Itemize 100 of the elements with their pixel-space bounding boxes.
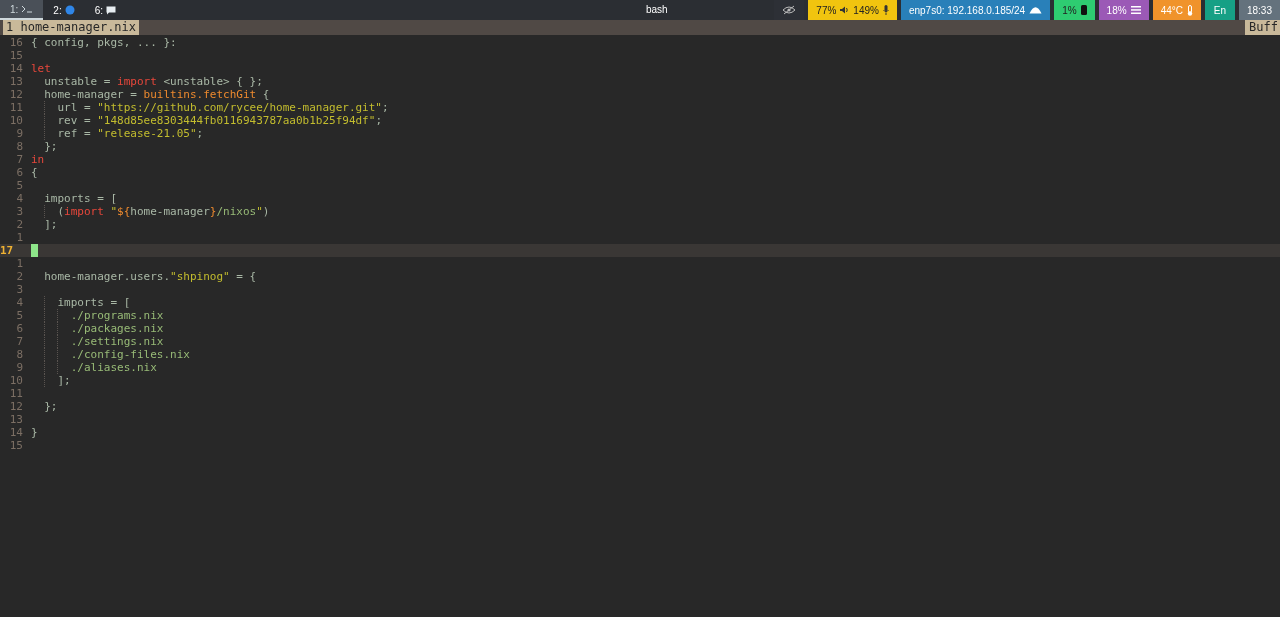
line-number: 6 bbox=[15, 166, 24, 179]
terminal-icon bbox=[21, 5, 34, 13]
line-number: 3 bbox=[15, 205, 24, 218]
line-number: 10 bbox=[8, 374, 24, 387]
code-token: ./aliases.nix bbox=[70, 361, 157, 374]
line-number: 8 bbox=[15, 348, 24, 361]
buffers-label: Buff bbox=[1245, 20, 1280, 35]
code-token: }; bbox=[44, 140, 58, 153]
hidden-eye-icon bbox=[782, 5, 797, 15]
code-token: " bbox=[109, 205, 118, 218]
line-number: 2 bbox=[15, 270, 24, 283]
workspace-button[interactable]: 6: bbox=[84, 0, 127, 20]
code-token: } bbox=[209, 205, 217, 218]
code-token: import bbox=[117, 75, 157, 88]
code-token: /nixos bbox=[216, 205, 257, 218]
line-number: 8 bbox=[15, 140, 24, 153]
line-number: 7 bbox=[15, 335, 24, 348]
status-text: 77% bbox=[816, 3, 837, 18]
code-token: ./packages.nix bbox=[70, 322, 164, 335]
code-token: ./programs.nix bbox=[70, 309, 164, 322]
code-token: ; bbox=[196, 127, 204, 140]
status-text: 1% bbox=[1062, 3, 1077, 18]
line-number: 9 bbox=[15, 127, 24, 140]
chip-icon bbox=[1080, 5, 1087, 15]
code-token: } bbox=[31, 426, 38, 439]
code-token: ${ bbox=[117, 205, 131, 218]
thermometer-icon bbox=[1186, 4, 1193, 16]
code-token: in bbox=[31, 153, 45, 166]
line-number: 12 bbox=[8, 400, 24, 413]
status-text: 44°C bbox=[1160, 3, 1183, 18]
code-token: }; bbox=[44, 400, 58, 413]
chat-icon bbox=[106, 5, 117, 15]
line-number: 4 bbox=[15, 192, 24, 205]
line-number: 15 bbox=[8, 49, 24, 62]
code-token: ./settings.nix bbox=[70, 335, 164, 348]
code-token: ./config-files.nix bbox=[70, 348, 190, 361]
code-token: imports = [ bbox=[57, 296, 131, 309]
code-token: ]; bbox=[44, 218, 58, 231]
line-number: 9 bbox=[15, 361, 24, 374]
code-token: "shpinog" bbox=[170, 270, 230, 283]
line-number: 3 bbox=[15, 283, 24, 296]
workspace-button[interactable]: 2: bbox=[43, 0, 85, 20]
line-number: 10 bbox=[8, 114, 24, 127]
code-token: rev = bbox=[57, 114, 92, 127]
code-token: home-manager.users. bbox=[44, 270, 171, 283]
line-number: 6 bbox=[15, 322, 24, 335]
code-token: "https://github.com/rycee/home-manager.git" bbox=[97, 101, 382, 114]
code-token: "148d85ee8303444fb0116943787aa0b1b25f94df" bbox=[97, 114, 376, 127]
code-token: ) bbox=[262, 205, 270, 218]
globe-icon bbox=[64, 5, 75, 15]
code-token: ref = bbox=[57, 127, 92, 140]
menu-icon bbox=[1130, 6, 1141, 14]
window-title: bash bbox=[646, 4, 668, 16]
line-number: 5 bbox=[15, 309, 24, 322]
line-number: 12 bbox=[8, 88, 24, 101]
microphone-icon bbox=[882, 5, 889, 15]
line-number: 14 bbox=[8, 62, 24, 75]
code-token: ( bbox=[57, 205, 65, 218]
line-number: 2 bbox=[15, 218, 24, 231]
code-token: { bbox=[261, 88, 270, 101]
status-text: enp7s0: 192.168.0.185/24 bbox=[908, 3, 1026, 18]
line-number: 16 bbox=[8, 36, 24, 49]
code-token: <unstable> { }; bbox=[162, 75, 263, 88]
code-token: imports = [ bbox=[44, 192, 118, 205]
speaker-icon bbox=[840, 6, 850, 14]
code-token: builtins.fetchGit bbox=[143, 88, 257, 101]
code-token: home-manager = bbox=[44, 88, 138, 101]
network-icon bbox=[1029, 6, 1043, 14]
workspace-button[interactable]: 1: bbox=[0, 0, 44, 20]
line-number: 11 bbox=[8, 387, 24, 400]
code-token: { bbox=[31, 166, 38, 179]
line-number: 1 bbox=[15, 257, 24, 270]
code-token: home-manager bbox=[130, 205, 210, 218]
line-number: 13 bbox=[8, 413, 24, 426]
status-text: En bbox=[1213, 3, 1227, 18]
code-token: url = bbox=[57, 101, 92, 114]
line-number: 4 bbox=[15, 296, 24, 309]
code-token: = { bbox=[235, 270, 257, 283]
line-number: 11 bbox=[8, 101, 24, 114]
line-number: 5 bbox=[15, 179, 24, 192]
line-number: 13 bbox=[8, 75, 24, 88]
code-token: " bbox=[256, 205, 263, 218]
status-text: 18:33 bbox=[1246, 3, 1272, 18]
code-token: ; bbox=[382, 101, 389, 114]
code-token: { config, pkgs, ... }: bbox=[31, 36, 177, 49]
line-number: 7 bbox=[15, 153, 24, 166]
line-number: 15 bbox=[8, 439, 24, 452]
code-token: let bbox=[31, 62, 51, 75]
code-token: ; bbox=[375, 114, 382, 127]
code-token: ]; bbox=[57, 374, 71, 387]
text-cursor bbox=[31, 244, 38, 257]
line-number: 1 bbox=[15, 231, 24, 244]
status-text: 18% bbox=[1106, 3, 1127, 18]
buffer-tab[interactable]: 1 home-manager.nix bbox=[3, 20, 140, 35]
code-token: unstable = bbox=[44, 75, 112, 88]
code-token: import bbox=[64, 205, 104, 218]
code-token: "release-21.05" bbox=[97, 127, 197, 140]
status-text: 149% bbox=[853, 3, 879, 18]
line-number: 17 bbox=[0, 244, 15, 257]
line-number: 14 bbox=[8, 426, 24, 439]
